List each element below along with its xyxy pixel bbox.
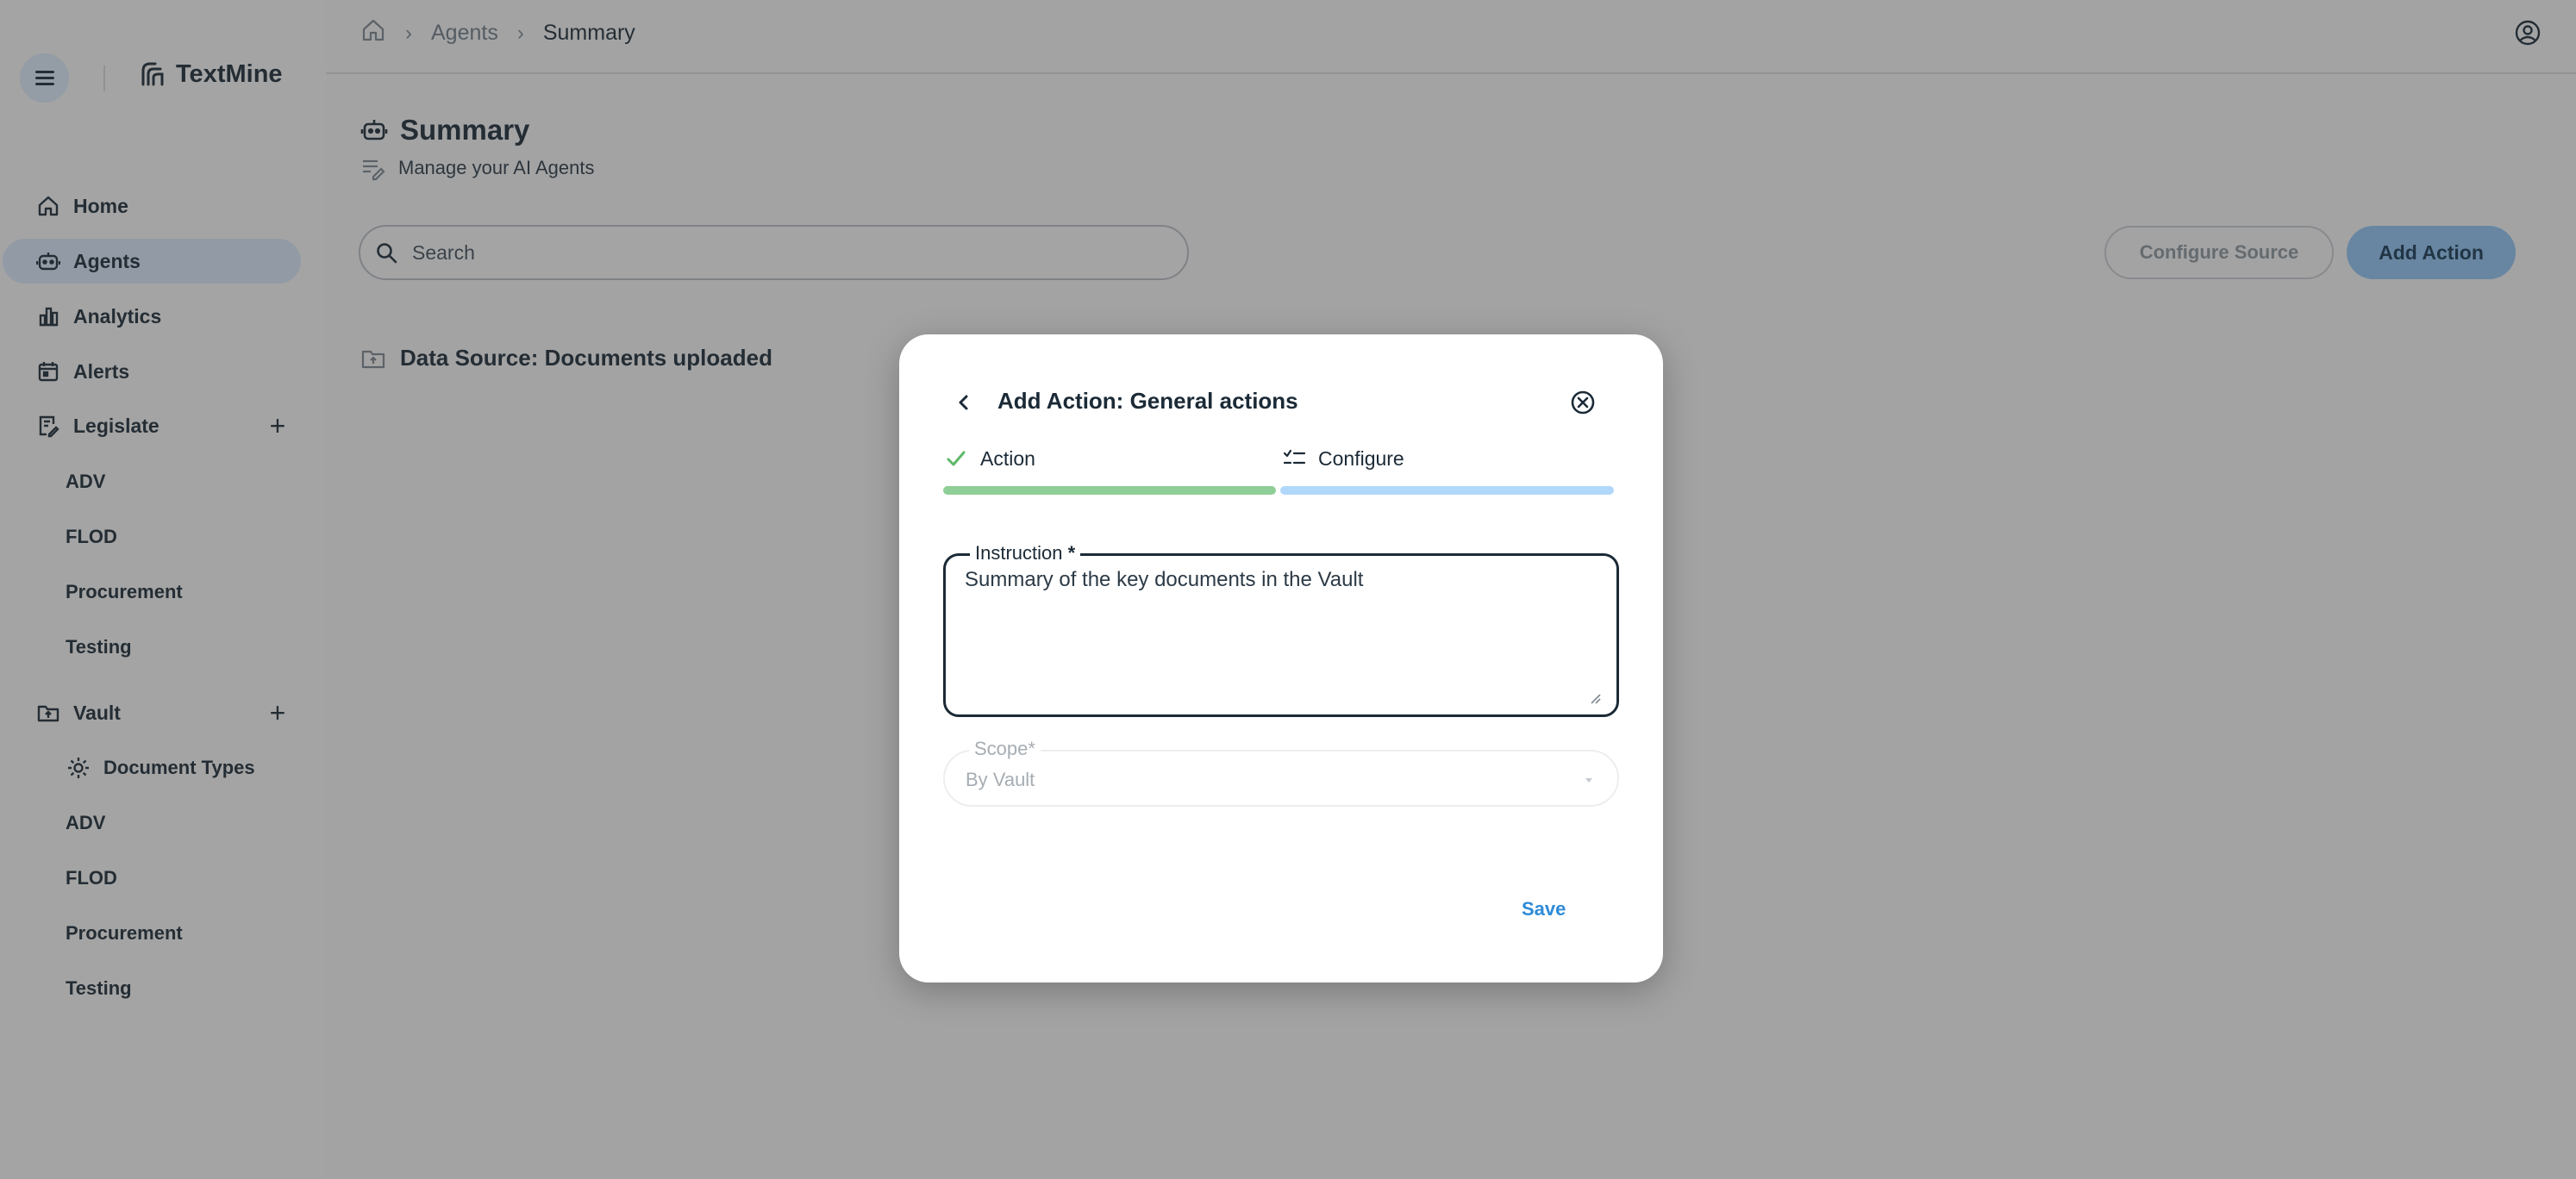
chevron-down-icon (1585, 778, 1592, 783)
scope-select[interactable]: Scope* By Vault (943, 738, 1619, 807)
step-action[interactable]: Action (944, 446, 1035, 471)
step-configure[interactable]: Configure (1282, 446, 1404, 471)
back-arrow-icon[interactable] (951, 390, 977, 415)
scope-value: By Vault (966, 769, 1035, 790)
checkmark-icon (947, 451, 966, 466)
step-label: Action (980, 446, 1035, 470)
scope-label: Scope* (969, 738, 1041, 760)
step-label: Configure (1318, 446, 1404, 470)
instruction-label: Instruction * (970, 542, 1081, 565)
add-action-dialog: Add Action: General actions Action Confi… (899, 334, 1663, 982)
save-button[interactable]: Save (1522, 898, 1566, 920)
resize-handle-icon[interactable] (1589, 692, 1601, 704)
instruction-field[interactable]: Instruction * Summary of the key documen… (943, 542, 1619, 717)
checklist-icon (1283, 449, 1306, 465)
step-progress-action (943, 486, 1276, 495)
step-progress-configure (1280, 486, 1614, 495)
instruction-textarea[interactable]: Summary of the key documents in the Vaul… (965, 568, 1603, 697)
close-icon[interactable] (1568, 388, 1597, 417)
dialog-title: Add Action: General actions (997, 388, 1298, 414)
